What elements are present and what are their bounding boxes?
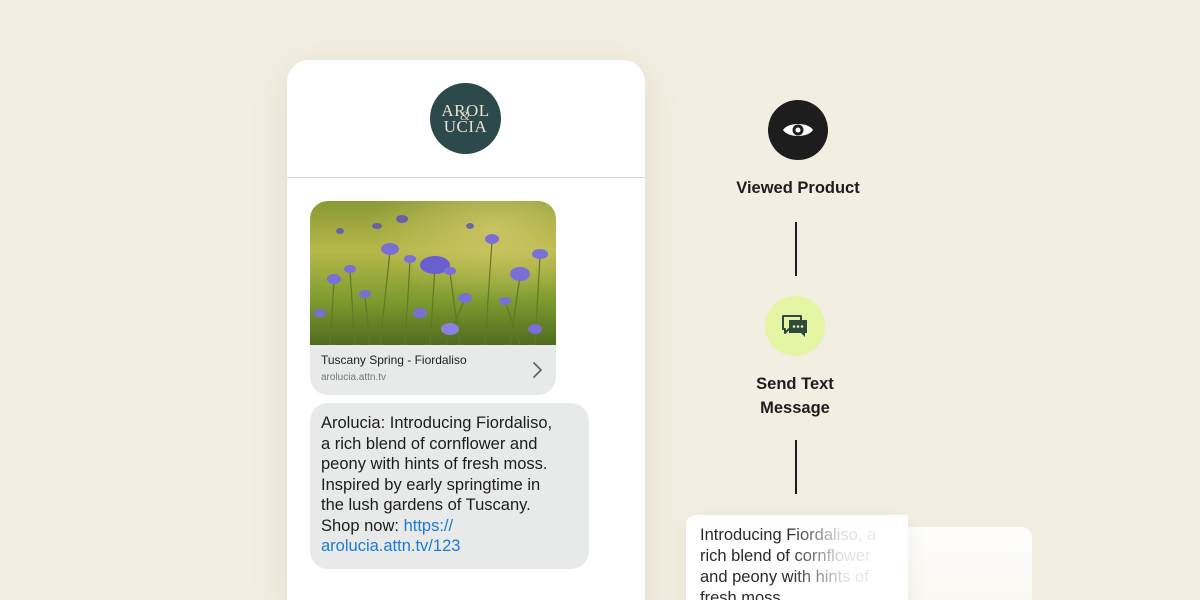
phone-mockup: AROL UCIA & Tuscany Spring - Fiordaliso … (287, 60, 645, 600)
phone-header: AROL UCIA & (287, 60, 645, 178)
shop-link-part-1[interactable]: https:// (404, 517, 454, 535)
flow-connector-1 (795, 222, 797, 276)
cornflower-field-photo (310, 201, 556, 345)
preview-fade-overlay (790, 515, 908, 600)
link-preview-card[interactable]: Tuscany Spring - Fiordaliso arolucia.att… (310, 201, 556, 395)
message-line: peony with hints of fresh moss. (321, 455, 548, 473)
arolucia-logo: AROL UCIA & (430, 83, 501, 154)
step-label-line-2: Message (760, 399, 830, 417)
link-preview-title: Tuscany Spring - Fiordaliso (321, 353, 467, 367)
ghost-card (900, 527, 1032, 600)
shop-now-prefix: Shop now: (321, 516, 404, 535)
step-label-viewed-product: Viewed Product (736, 179, 860, 197)
step-icon-circle (765, 296, 825, 356)
link-preview-meta: Tuscany Spring - Fiordaliso arolucia.att… (310, 345, 556, 395)
step-icon-circle (768, 100, 828, 160)
message-line: the lush gardens of Tuscany. (321, 496, 531, 514)
step-label-send-text: Send Text Message (695, 372, 895, 420)
logo-ampersand: & (460, 108, 471, 123)
flow-connector-2 (795, 440, 797, 494)
message-line: a rich blend of cornflower and (321, 434, 538, 453)
message-bubbles-icon (782, 315, 807, 337)
shop-link-part-2[interactable]: arolucia.attn.tv/123 (321, 537, 460, 555)
shop-now-line: Shop now: https:// (321, 516, 578, 537)
flow-step-send-text: Send Text Message (695, 296, 895, 420)
message-line: Arolucia: Introducing Fiordaliso, (321, 414, 553, 432)
step-label-line-1: Send Text (756, 375, 834, 393)
message-line: Inspired by early springtime in (321, 475, 541, 494)
eye-icon (783, 124, 813, 136)
chevron-right-icon (533, 362, 542, 378)
sms-message-bubble: Arolucia: Introducing Fiordaliso, a rich… (310, 403, 589, 569)
link-preview-url: arolucia.attn.tv (321, 372, 387, 383)
flow-step-viewed-product: Viewed Product (698, 100, 898, 200)
shop-link-line: arolucia.attn.tv/123 (321, 536, 578, 557)
